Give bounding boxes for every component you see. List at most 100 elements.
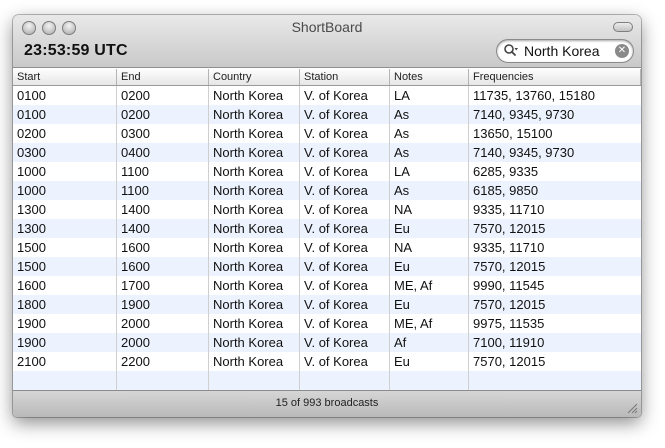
cell-end: 1400 [121,221,150,236]
cell-start: 0300 [17,145,46,160]
cell-frequencies: 7570, 12015 [473,221,546,236]
column-header-notes[interactable]: Notes [390,69,469,85]
cell-notes: NA [394,240,413,255]
column-divider [299,86,300,391]
column-divider [468,86,469,391]
table-row[interactable]: 1300 1400 North Korea V. of Korea NA 9335, 11… [13,200,641,219]
cell-frequencies: 7570, 12015 [473,354,546,369]
table-row[interactable]: 1000 1100 North Korea V. of Korea As 6185, 98… [13,181,641,200]
cell-start: 2100 [17,354,46,369]
search-icon[interactable] [503,43,519,59]
table-row[interactable]: 1800 1900 North Korea V. of Korea Eu 7570, 12… [13,295,641,314]
cell-end: 1900 [121,297,150,312]
cell-country: North Korea [213,202,284,217]
cell-country: North Korea [213,88,284,103]
table-row[interactable]: 0100 0200 North Korea V. of Korea LA 11735, 1… [13,86,641,105]
cell-start: 1000 [17,164,46,179]
column-header-frequencies[interactable]: Frequencies [469,69,641,85]
column-divider [208,86,209,391]
cell-start: 1600 [17,278,46,293]
resize-grip-icon[interactable] [626,402,638,414]
cell-frequencies: 11735, 13760, 15180 [473,88,595,103]
cell-notes: As [394,126,410,141]
cell-notes: ME, Af [394,316,433,331]
cell-country: North Korea [213,259,284,274]
table-row[interactable]: 1600 1700 North Korea V. of Korea ME, Af 9990… [13,276,641,295]
column-header-end[interactable]: End [117,69,209,85]
table-row[interactable]: 0300 0400 North Korea V. of Korea As 7140, 93… [13,143,641,162]
cell-country: North Korea [213,316,284,331]
cell-start: 1900 [17,335,46,350]
cell-country: North Korea [213,297,284,312]
cell-notes: NA [394,202,413,217]
cell-notes: Eu [394,221,410,236]
cell-station: V. of Korea [304,259,368,274]
cell-frequencies: 9990, 11545 [473,278,545,293]
cell-station: V. of Korea [304,240,368,255]
cell-station: V. of Korea [304,145,368,160]
cell-country: North Korea [213,335,284,350]
cell-country: North Korea [213,183,284,198]
cell-frequencies: 6285, 9335 [473,164,539,179]
cell-start: 1300 [17,202,46,217]
app-window: ShortBoard 23:53:59 UTC North Korea ✕ St… [13,15,641,417]
cell-frequencies: 7570, 12015 [473,297,546,312]
cell-station: V. of Korea [304,107,368,122]
cell-end: 2000 [121,335,150,350]
cell-station: V. of Korea [304,297,368,312]
cell-end: 0200 [121,88,150,103]
clear-search-icon[interactable]: ✕ [615,44,629,58]
status-bar: 15 of 993 broadcasts [13,390,641,417]
cell-end: 0300 [121,126,150,141]
cell-station: V. of Korea [304,221,368,236]
cell-country: North Korea [213,145,284,160]
toolbar-toggle-button[interactable] [613,22,633,32]
cell-notes: ME, Af [394,278,433,293]
cell-notes: Af [394,335,407,350]
column-header-station[interactable]: Station [300,69,390,85]
cell-station: V. of Korea [304,354,368,369]
table-row[interactable]: 1900 2000 North Korea V. of Korea Af 7100, 11… [13,333,641,352]
cell-country: North Korea [213,221,284,236]
cell-country: North Korea [213,164,284,179]
search-input[interactable]: North Korea [524,43,599,59]
cell-station: V. of Korea [304,88,368,103]
cell-country: North Korea [213,107,284,122]
search-field[interactable]: North Korea ✕ [497,40,633,62]
column-divider [116,86,117,391]
cell-end: 0400 [121,145,150,160]
column-header-start[interactable]: Start [13,69,117,85]
cell-frequencies: 7140, 9345, 9730 [473,107,575,122]
window-title: ShortBoard [291,19,363,35]
broadcast-table: 0100 0200 North Korea V. of Korea LA 11735, 1… [13,86,641,391]
cell-notes: Eu [394,297,410,312]
table-row[interactable]: 1500 1600 North Korea V. of Korea NA 9335, 11… [13,238,641,257]
cell-frequencies: 9335, 11710 [473,202,545,217]
table-row[interactable]: 0200 0300 North Korea V. of Korea As 13650, 1… [13,124,641,143]
cell-end: 1600 [121,240,150,255]
table-row[interactable]: 0100 0200 North Korea V. of Korea As 7140, 93… [13,105,641,124]
cell-frequencies: 7140, 9345, 9730 [473,145,575,160]
cell-country: North Korea [213,240,284,255]
cell-start: 0100 [17,107,46,122]
cell-country: North Korea [213,354,284,369]
table-row[interactable]: 1900 2000 North Korea V. of Korea ME, Af 9975… [13,314,641,333]
table-row[interactable]: 1300 1400 North Korea V. of Korea Eu 7570, 12… [13,219,641,238]
utc-clock: 23:53:59 UTC [24,42,128,59]
cell-end: 1600 [121,259,150,274]
column-divider [389,86,390,391]
cell-station: V. of Korea [304,278,368,293]
column-header-country[interactable]: Country [209,69,300,85]
cell-station: V. of Korea [304,164,368,179]
table-header: Start End Country Station Notes Frequencies [13,68,641,86]
cell-start: 0100 [17,88,46,103]
table-row[interactable]: 1000 1100 North Korea V. of Korea LA 6285, 93… [13,162,641,181]
cell-frequencies: 6185, 9850 [473,183,539,198]
cell-end: 2000 [121,316,150,331]
cell-frequencies: 7100, 11910 [473,335,545,350]
table-row[interactable]: 2100 2200 North Korea V. of Korea Eu 7570, 12… [13,352,641,371]
cell-end: 1700 [121,278,150,293]
cell-frequencies: 7570, 12015 [473,259,546,274]
table-row[interactable]: 1500 1600 North Korea V. of Korea Eu 7570, 12… [13,257,641,276]
cell-country: North Korea [213,278,284,293]
